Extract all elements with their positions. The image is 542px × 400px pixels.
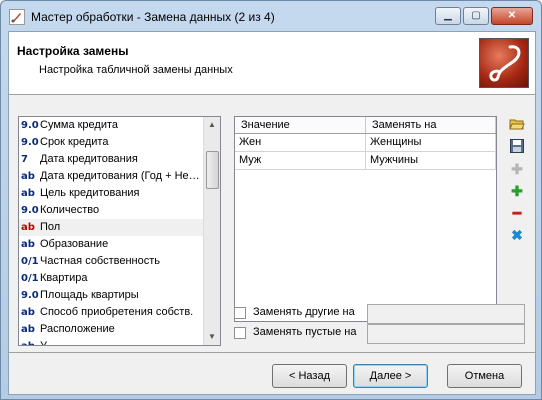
wizard-footer: < Назад Далее > Отмена [9,352,535,395]
table-cell-value[interactable]: Жен [235,134,366,151]
page-title: Настройка замены [17,44,129,58]
field-type-icon: ab [21,171,35,182]
table-row[interactable]: Муж Мужчины [235,152,496,170]
table-row[interactable]: Жен Женщины [235,134,496,152]
field-type-icon: 9.0 [21,137,39,148]
minimize-icon: ▁ [444,10,452,21]
field-type-icon: ab [21,324,35,335]
wizard-client-area: Настройка замены Настройка табличной зам… [8,31,536,395]
add-icon[interactable]: ✚ [508,182,526,200]
field-label: Дата кредитования [40,153,138,165]
field-label: Частная собственность [40,255,161,267]
table-cell-value[interactable]: Муж [235,152,366,169]
field-label: У… [40,340,58,346]
open-folder-icon[interactable] [508,116,526,134]
field-type-icon: ab [21,188,35,199]
field-label: Способ приобретения собств. [40,306,194,318]
scroll-up-icon[interactable]: ▲ [204,117,220,133]
maximize-button[interactable]: ▢ [463,7,489,25]
back-button[interactable]: < Назад [272,364,347,388]
field-type-icon: 7 [21,154,28,165]
replace-other-field[interactable] [367,304,525,324]
field-label: Количество [40,204,100,216]
list-item[interactable]: ab Дата кредитования (Год + Не… [19,168,220,185]
minimize-button[interactable]: ▁ [435,7,461,25]
field-label: Пол [40,221,61,233]
field-list[interactable]: 9.0Сумма кредита 9.0Срок кредита 7 Дата кре… [18,116,221,346]
list-item[interactable]: 0/1Частная собственность [19,253,220,270]
field-type-icon: 9.0 [21,205,39,216]
column-header-replace[interactable]: Заменять на [366,117,496,133]
clear-icon[interactable]: ✖ [508,226,526,244]
field-label: Образование [40,238,109,250]
app-icon [9,9,25,25]
field-label: Площадь квартиры [40,289,139,301]
wizard-logo [479,38,529,88]
field-label: Дата кредитования (Год + Не… [40,170,200,182]
list-item[interactable]: ab Образование [19,236,220,253]
list-item[interactable]: ab Способ приобретения собств. [19,304,220,321]
list-item[interactable]: 9.0Площадь квартиры [19,287,220,304]
list-item[interactable]: ab Цель кредитования [19,185,220,202]
field-label: Цель кредитования [40,187,140,199]
field-type-icon: ab [21,222,35,233]
replace-other-checkbox[interactable] [234,307,246,319]
replace-empty-checkbox[interactable] [234,327,246,339]
list-item[interactable]: ab Расположение [19,321,220,338]
table-toolbar: ✚ ✚ ━ ✖ [508,116,526,248]
field-type-icon: 9.0 [21,290,39,301]
list-item[interactable]: 0/1Квартира [19,270,220,287]
replace-other-label: Заменять другие на [253,306,355,318]
wizard-window: Мастер обработки - Замена данных (2 из 4… [0,0,542,400]
list-item[interactable]: 7 Дата кредитования [19,151,220,168]
scroll-thumb[interactable] [206,151,219,189]
replace-empty-field[interactable] [367,324,525,344]
field-label: Квартира [40,272,88,284]
next-button[interactable]: Далее > [353,364,428,388]
close-button[interactable]: ✕ [491,7,533,25]
field-label: Сумма кредита [40,119,119,131]
maximize-icon: ▢ [471,10,481,21]
window-title: Мастер обработки - Замена данных (2 из 4… [31,10,275,24]
field-type-icon: ab [21,307,35,318]
field-label: Срок кредита [40,136,109,148]
page-subtitle: Настройка табличной замены данных [39,64,233,76]
field-type-icon: 0/1 [21,256,39,267]
field-type-icon: 9.0 [21,120,39,131]
field-label: Расположение [40,323,115,335]
replacement-table[interactable]: Значение Заменять на Жен Женщины Муж Муж… [234,116,497,322]
scroll-down-icon[interactable]: ▼ [204,329,220,345]
field-type-icon: ab [21,239,35,250]
remove-icon[interactable]: ━ [508,204,526,222]
table-cell-replace[interactable]: Женщины [366,134,496,151]
save-icon[interactable] [508,138,526,156]
close-icon: ✕ [507,10,517,21]
list-item[interactable]: abУ… [19,338,220,346]
field-type-icon: ab [21,338,40,345]
wizard-header: Настройка замены Настройка табличной зам… [9,32,535,95]
title-bar: Мастер обработки - Замена данных (2 из 4… [1,1,541,31]
table-cell-replace[interactable]: Мужчины [366,152,496,169]
cancel-button[interactable]: Отмена [447,364,522,388]
list-item[interactable]: 9.0Сумма кредита [19,117,220,134]
list-item[interactable]: 9.0Количество [19,202,220,219]
table-header: Значение Заменять на [235,117,496,134]
list-item[interactable]: 9.0Срок кредита [19,134,220,151]
field-type-icon: 0/1 [21,273,39,284]
column-header-value[interactable]: Значение [235,117,366,133]
add-many-icon[interactable]: ✚ [508,160,526,178]
field-items: 9.0Сумма кредита 9.0Срок кредита 7 Дата кре… [19,117,220,346]
field-list-scrollbar[interactable]: ▲ ▼ [203,117,220,345]
list-item[interactable]: ab Пол [19,219,220,236]
replace-empty-label: Заменять пустые на [253,326,357,338]
